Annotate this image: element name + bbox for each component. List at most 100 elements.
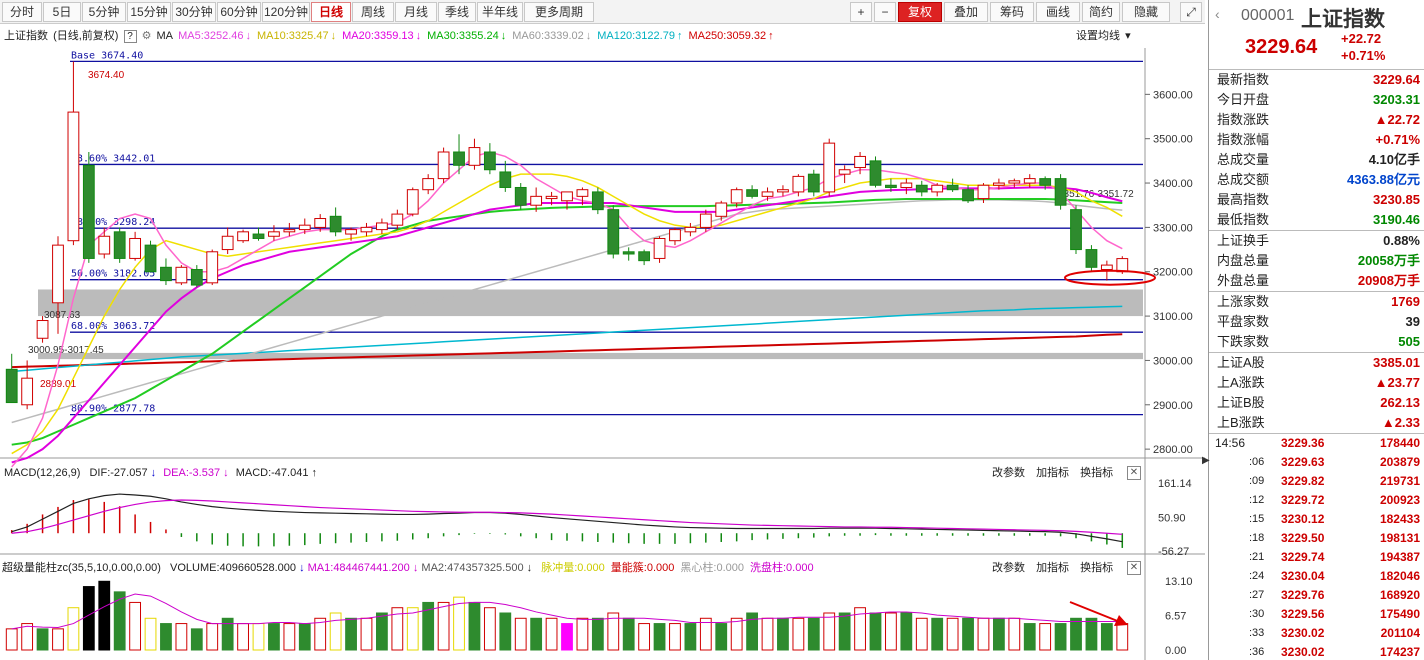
quote-value: ▲23.77 — [1374, 375, 1420, 390]
tick-p: 3229.63 — [1281, 455, 1325, 469]
volume-edit-params-button[interactable]: 改参数 — [992, 562, 1025, 574]
volume-y-tick: 0.00 — [1165, 645, 1186, 657]
volume-bar — [160, 623, 172, 651]
y-tick-label: 3300.00 — [1153, 222, 1193, 234]
candle-body — [67, 111, 80, 242]
tick-p: 3229.76 — [1281, 588, 1325, 602]
quote-row: 内盘总量 20058万手 — [1209, 251, 1424, 271]
candle-body — [453, 151, 465, 166]
quote-label: 内盘总量 — [1217, 253, 1270, 268]
volume-bar — [730, 617, 743, 651]
volume-bar — [561, 623, 573, 651]
y-tick-label: 2900.00 — [1153, 400, 1193, 412]
tick-p: 3229.36 — [1281, 436, 1325, 450]
quote-value: 1769 — [1391, 294, 1420, 309]
tick-q: 194387 — [1379, 550, 1420, 564]
candle-body — [345, 229, 357, 235]
quote-value: 3385.01 — [1373, 355, 1420, 370]
tick-t: :06 — [1249, 456, 1265, 468]
y-tick-label: 2800.00 — [1153, 444, 1193, 456]
latest-price: 3229.64 — [1245, 36, 1318, 58]
volume-bar — [453, 596, 465, 651]
quote-row: 平盘家数 39 — [1209, 312, 1424, 332]
volume-extra-item: 洗盘柱:0.000 — [749, 562, 814, 574]
candle-body — [869, 160, 882, 186]
volume-bar — [622, 617, 635, 651]
macd-dea: DEA:-3.537 — [163, 467, 221, 479]
volume-y-tick: 13.10 — [1165, 576, 1193, 588]
tick-t: :18 — [1249, 532, 1265, 544]
quote-value: 20058万手 — [1357, 253, 1420, 268]
tick-t: :27 — [1249, 589, 1265, 601]
quote-value: 20908万手 — [1357, 273, 1420, 288]
candle-body — [221, 235, 234, 251]
panel-splitter[interactable]: ▶ — [1202, 455, 1210, 475]
volume-bar — [1023, 623, 1036, 651]
tick-q: 178440 — [1379, 436, 1420, 450]
candle-body — [622, 251, 635, 255]
candle-body — [931, 184, 944, 193]
quote-value: 39 — [1405, 314, 1420, 329]
tick-p: 3230.02 — [1281, 626, 1325, 640]
volume-extra-item: 黑心柱:0.000 — [680, 562, 744, 574]
candle-body — [129, 237, 142, 259]
candle-body — [376, 222, 388, 231]
quote-value: 3203.31 — [1373, 92, 1420, 107]
volume-add-indicator-button[interactable]: 加指标 — [1036, 562, 1069, 574]
quote-row: 上证B股 262.13 — [1209, 393, 1424, 413]
macd-close-icon[interactable]: ✕ — [1127, 466, 1141, 480]
tick-q: 168920 — [1379, 588, 1420, 602]
macd-y-tick: 50.90 — [1158, 512, 1186, 524]
price-annotation: 3674.40 — [88, 70, 125, 81]
candle-body — [1023, 178, 1036, 184]
volume-bar — [946, 617, 959, 651]
volume-bar — [807, 617, 820, 651]
macd-add-indicator-button[interactable]: 加指标 — [1036, 467, 1069, 479]
volume-bar — [206, 623, 219, 651]
candle-body — [514, 186, 527, 206]
candle-body — [915, 184, 928, 193]
macd-change-indicator-button[interactable]: 换指标 — [1080, 467, 1113, 479]
volume-ma2: MA2:474357325.500 — [421, 562, 524, 574]
volume-close-icon[interactable]: ✕ — [1127, 561, 1141, 575]
tick-p: 3230.04 — [1281, 569, 1325, 583]
volume-bar — [746, 612, 758, 651]
quote-row: 上涨家数 1769 — [1209, 292, 1424, 312]
tick-t: 14:56 — [1215, 436, 1246, 450]
price-change: +22.72 — [1341, 31, 1382, 46]
candle-body — [98, 235, 111, 255]
fib-label: 23.60% 3442.01 — [71, 153, 155, 164]
volume-change-indicator-button[interactable]: 换指标 — [1080, 562, 1113, 574]
candle-body — [314, 218, 327, 228]
quote-label: 外盘总量 — [1217, 273, 1270, 288]
tick-p: 3229.74 — [1281, 550, 1325, 564]
volume-bar — [21, 623, 34, 651]
tick-t: :33 — [1249, 627, 1265, 639]
tick-q: 201104 — [1380, 626, 1420, 640]
volume-header: 超级量能柱zc(35,5,10,0.00,0.00) VOLUME:409660… — [2, 558, 982, 578]
quote-value: ▲2.33 — [1381, 415, 1420, 430]
volume-bar — [1116, 623, 1129, 651]
tick-row: :06 3229.63 203879 — [1209, 453, 1424, 472]
price-change-pct: +0.71% — [1341, 48, 1386, 63]
quote-label: 上证A股 — [1217, 355, 1265, 370]
candle-body — [1100, 264, 1113, 271]
tick-q: 182433 — [1379, 512, 1420, 526]
candle-body — [5, 368, 18, 404]
tick-row: :18 3229.50 198131 — [1209, 529, 1424, 548]
quote-label: 今日开盘 — [1217, 92, 1270, 107]
volume-value: VOLUME:409660528.000 — [170, 562, 297, 574]
tick-p: 3229.82 — [1281, 474, 1325, 488]
candle-body — [838, 169, 851, 175]
volume-bar — [283, 623, 296, 651]
quote-label: 上证换手 — [1217, 233, 1270, 248]
tick-row: :36 3230.02 174237 — [1209, 643, 1424, 660]
quote-value: 4.10亿手 — [1368, 152, 1420, 167]
chevron-left-icon[interactable]: ‹ — [1215, 6, 1220, 22]
candle-body — [946, 184, 959, 191]
macd-edit-params-button[interactable]: 改参数 — [992, 467, 1025, 479]
price-annotation: 3000.95-3017.45 — [28, 345, 104, 356]
volume-bar — [545, 617, 558, 651]
candle-body — [699, 213, 712, 228]
volume-bar — [576, 617, 589, 651]
